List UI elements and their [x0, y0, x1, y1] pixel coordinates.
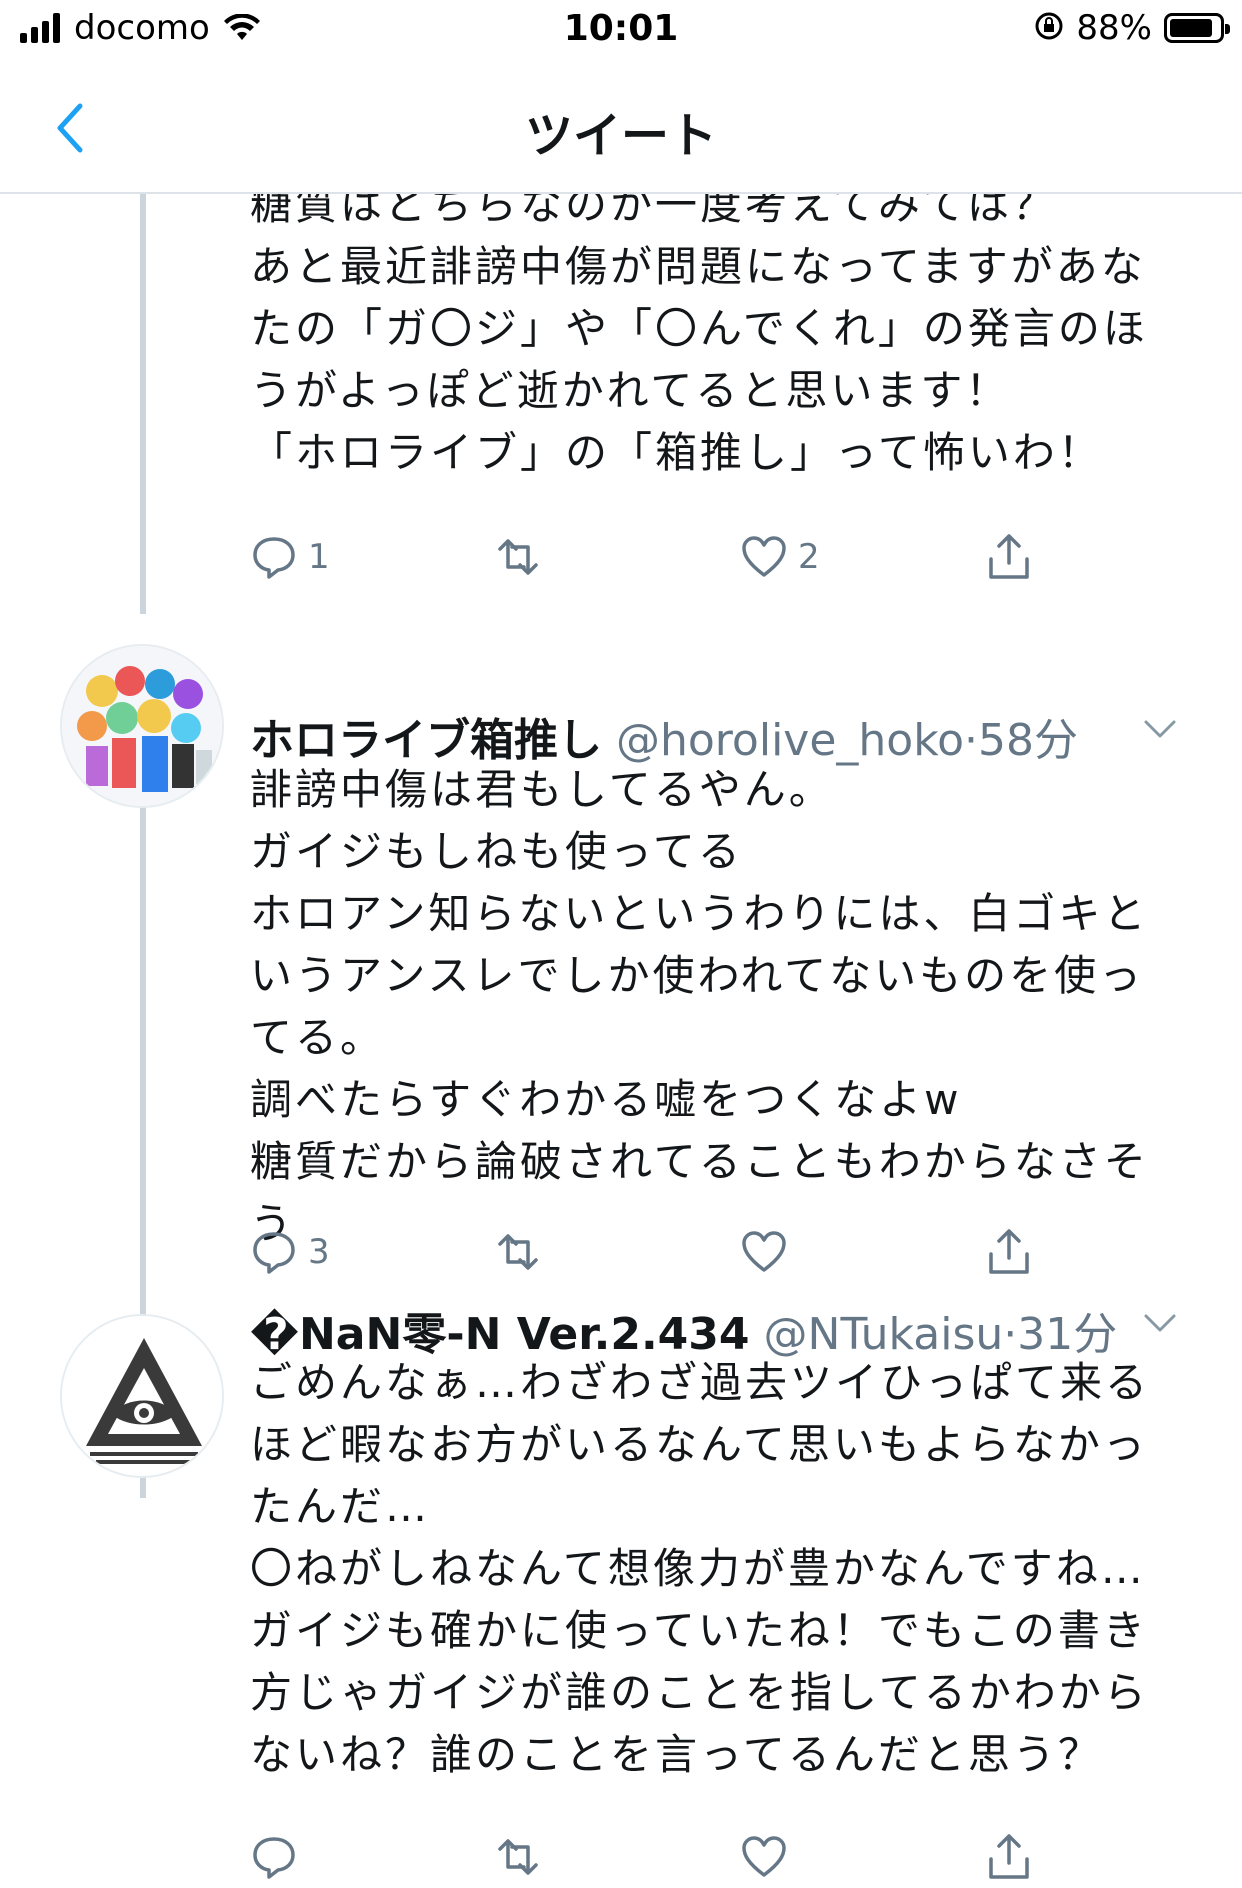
tweet-actions — [250, 1829, 1070, 1885]
reply-count: 1 — [308, 537, 330, 577]
status-bar: docomo 10:01 88% — [0, 0, 1242, 62]
retweet-button[interactable] — [490, 529, 546, 585]
tweet-text-line: 〇ねがしねなんて想像力が豊かなんですね… — [250, 1544, 1146, 1593]
tweet-text-line: あと最近誹謗中傷が問題になってますがあな — [250, 242, 1146, 291]
tweet-text-line: 「ホロライブ」の「箱推し」って怖いわ！ — [250, 428, 1103, 477]
tweet-text-line: ガイジもしねも使ってる — [250, 827, 743, 876]
battery-icon — [1164, 13, 1230, 43]
tweet-text-line: ホロアン知らないというわりには、白ゴキと — [250, 889, 1149, 938]
share-icon — [989, 1229, 1029, 1274]
tweet-text-line: 糖質だから論破されてることもわからなさそ — [250, 1137, 1149, 1186]
like-button[interactable]: 2 — [740, 529, 820, 585]
share-icon — [989, 1834, 1029, 1879]
share-button[interactable] — [985, 529, 1033, 585]
tweet-text-line: 糖質はどちらなのか一度考えてみては？ — [250, 194, 1058, 229]
like-button[interactable] — [740, 1829, 798, 1885]
like-button[interactable] — [740, 1224, 798, 1280]
avatar-image — [62, 646, 222, 806]
share-icon — [989, 534, 1029, 579]
tweet-text-line: 誹謗中傷は君もしてるやん。 — [250, 765, 834, 814]
tweet-text-line: 方じゃガイジが誰のことを指してるかわから — [250, 1668, 1149, 1717]
retweet-icon — [498, 1839, 538, 1875]
tweet-text-line: ごめんなぁ…わざわざ過去ツイひっぱて来る — [250, 1358, 1151, 1407]
status-bar-right: 88% — [1034, 8, 1230, 48]
like-count: 2 — [798, 537, 820, 577]
reply-button[interactable]: 1 — [250, 529, 330, 585]
reply-count: 3 — [308, 1232, 330, 1272]
retweet-icon — [498, 539, 538, 575]
orientation-lock-icon — [1034, 11, 1064, 45]
tweet-text-line: ほど暇なお方がいるなんて思いもよらなかっ — [250, 1420, 1148, 1469]
tweet-text-line: いうアンスレでしか使われてないものを使っ — [250, 951, 1145, 1000]
tweet-text: 誹謗中傷は君もしてるやん。 ガイジもしねも使ってる ホロアン知らないというわりに… — [250, 759, 1170, 1255]
eye-of-providence-icon — [62, 1316, 222, 1476]
navigation-bar: ツイート — [0, 62, 1242, 194]
reply-icon — [253, 1837, 295, 1879]
tweet-text-line: ガイジも確かに使っていたね！でもこの書き — [250, 1606, 1148, 1655]
retweet-button[interactable] — [490, 1829, 546, 1885]
tweet-text: 糖質はどちらなのか一度考えてみては？ あと最近誹謗中傷が問題になってますがあな … — [250, 194, 1170, 484]
tweet[interactable]: �NaN零-N Ver.2.434 @NTukaisu·31分 ごめんなぁ…わざ… — [0, 1304, 1242, 1888]
heart-icon — [742, 1231, 786, 1272]
tweet-text-line: ないね？誰のことを言ってるんだと思う？ — [250, 1730, 1103, 1779]
retweet-button[interactable] — [490, 1224, 546, 1280]
share-button[interactable] — [985, 1829, 1033, 1885]
tweet-header: �NaN零-N Ver.2.434 @NTukaisu·31分 — [250, 1298, 1202, 1360]
tweet-text: ごめんなぁ…わざわざ過去ツイひっぱて来る ほど暇なお方がいるなんて思いもよらなか… — [250, 1352, 1170, 1786]
chevron-down-icon[interactable] — [1140, 1308, 1180, 1338]
tweet[interactable]: ホロライブ箱推し @horolive_hoko·58分 誹謗中傷は君もしてるやん… — [0, 614, 1242, 1294]
retweet-icon — [498, 1234, 538, 1270]
avatar[interactable] — [60, 1314, 224, 1478]
avatar[interactable] — [60, 644, 224, 808]
heart-icon — [742, 1836, 786, 1877]
tweet-text-line: うがよっぽど逝かれてると思います！ — [250, 366, 1011, 415]
battery-percentage: 88% — [1076, 8, 1152, 48]
share-button[interactable] — [985, 1224, 1033, 1280]
tweet-text-line: たんだ… — [250, 1482, 431, 1531]
tweet-text-line: 調べたらすぐわかる嘘をつくなよw — [250, 1075, 962, 1124]
chevron-down-icon[interactable] — [1140, 714, 1180, 744]
tweet-actions: 1 2 — [250, 529, 1070, 585]
page-title: ツイート — [524, 108, 717, 164]
tweet-actions: 3 — [250, 1224, 1070, 1280]
tweet-thread: 糖質はどちらなのか一度考えてみては？ あと最近誹謗中傷が問題になってますがあな … — [0, 194, 1242, 1888]
heart-icon — [742, 536, 786, 577]
reply-icon — [253, 1232, 295, 1274]
reply-icon — [253, 537, 295, 579]
tweet-header: ホロライブ箱推し @horolive_hoko·58分 — [250, 704, 1202, 766]
reply-button[interactable]: 3 — [250, 1224, 330, 1280]
tweet-text-line: たの「ガ〇ジ」や「〇んでくれ」の発言のほ — [250, 304, 1148, 353]
tweet-text-line: てる。 — [250, 1013, 386, 1062]
reply-button[interactable] — [250, 1829, 308, 1885]
